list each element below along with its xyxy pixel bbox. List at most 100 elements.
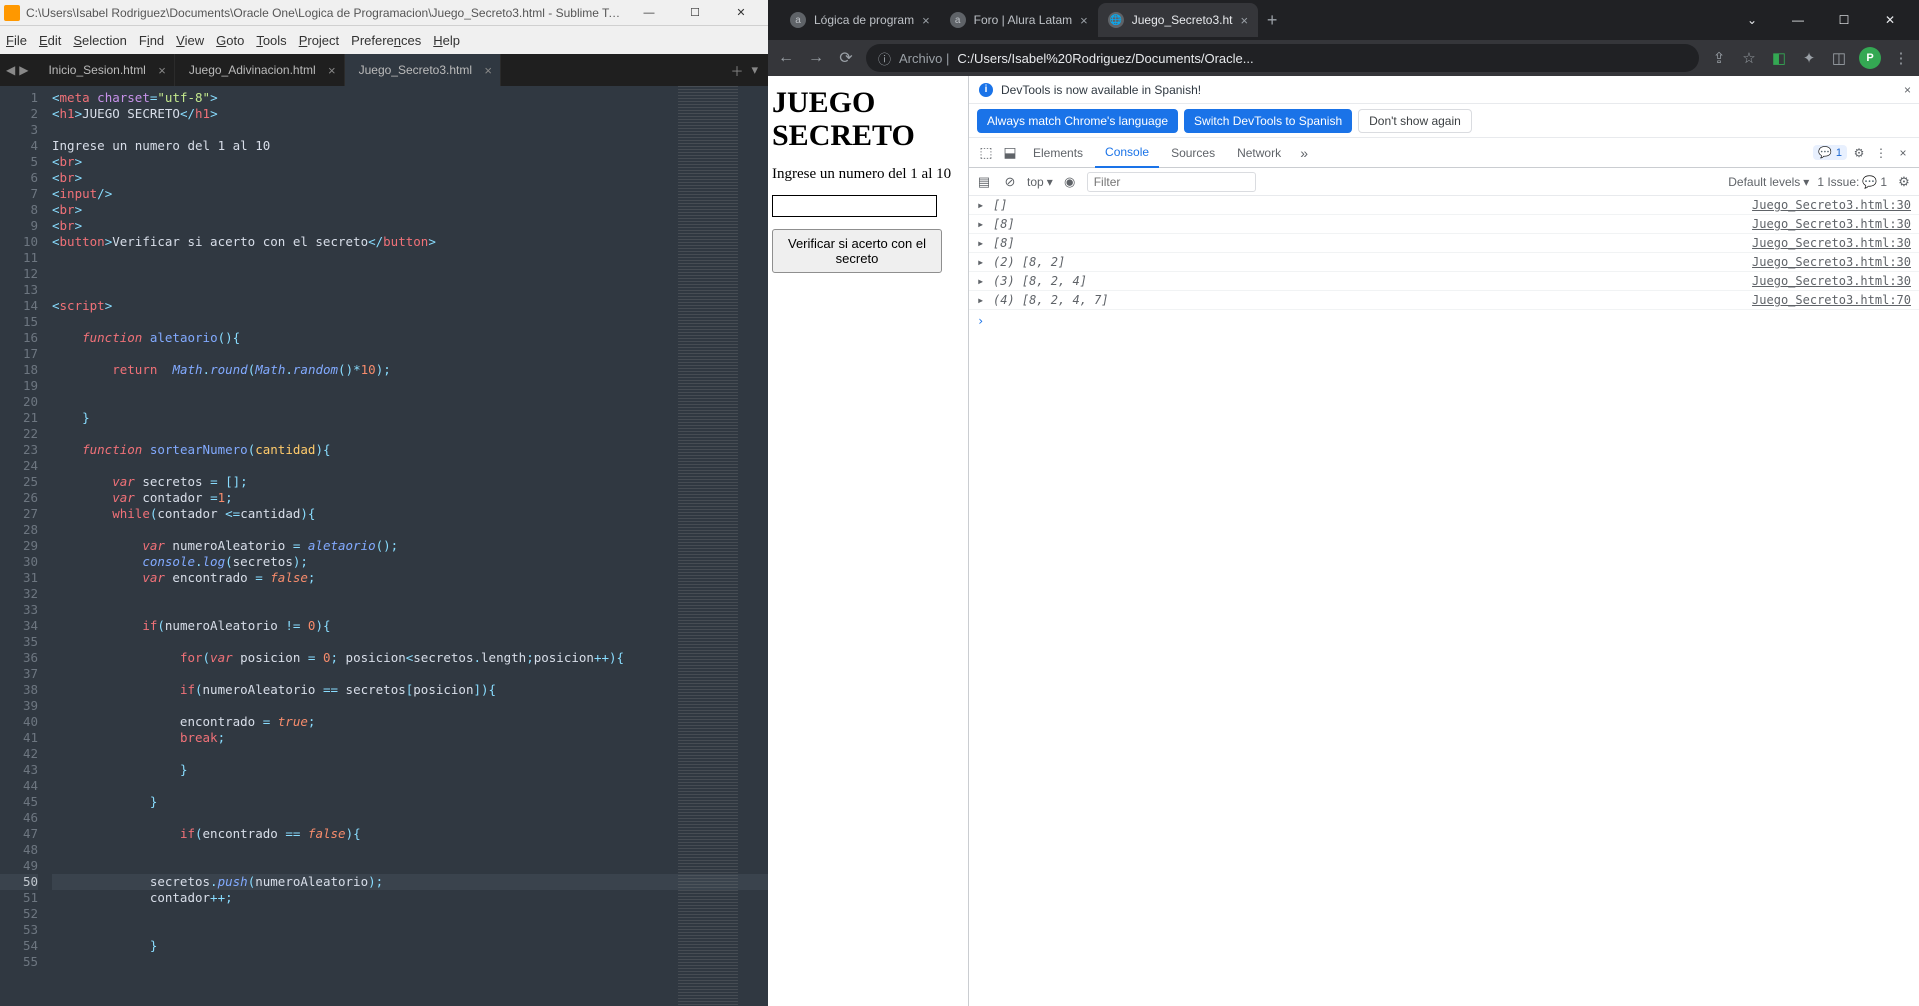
minimize-icon[interactable]: — (1775, 3, 1821, 37)
menu-project[interactable]: Project (299, 33, 339, 48)
close-devtools-icon[interactable]: × (1893, 146, 1913, 160)
verify-button[interactable]: Verificar si acerto con el secreto (772, 229, 942, 273)
devtools-panel: i DevTools is now available in Spanish! … (968, 76, 1919, 1006)
forward-icon[interactable]: → (806, 49, 826, 67)
tab-close-icon[interactable]: × (922, 13, 930, 28)
inspect-icon[interactable]: ⬚ (975, 144, 997, 161)
new-tab-button[interactable]: + (1258, 3, 1286, 37)
device-icon[interactable]: ⬓ (999, 144, 1021, 161)
number-input[interactable] (772, 195, 937, 217)
match-language-button[interactable]: Always match Chrome's language (977, 109, 1178, 133)
tab-prev-icon[interactable]: ◀ (6, 63, 15, 77)
tab-network[interactable]: Network (1227, 138, 1291, 168)
menu-edit[interactable]: Edit (39, 33, 61, 48)
tab-close-icon[interactable]: × (158, 63, 166, 78)
puzzle-icon[interactable]: ✦ (1799, 49, 1819, 67)
tab-next-icon[interactable]: ▶ (19, 63, 28, 77)
close-icon[interactable]: ✕ (1867, 3, 1913, 37)
console-row[interactable]: ▸[8]Juego_Secreto3.html:30 (969, 234, 1919, 253)
minimap[interactable] (668, 86, 768, 1006)
page-heading: JUEGO SECRETO (772, 86, 962, 152)
console-row[interactable]: ▸(2) [8, 2]Juego_Secreto3.html:30 (969, 253, 1919, 272)
tab-close-icon[interactable]: × (484, 63, 492, 78)
devtools-tabs: ⬚ ⬓ Elements Console Sources Network » 💬… (969, 138, 1919, 168)
levels-selector[interactable]: Default levels ▾ (1728, 175, 1809, 189)
devtools-infobar: i DevTools is now available in Spanish! … (969, 76, 1919, 104)
menu-goto[interactable]: Goto (216, 33, 244, 48)
star-icon[interactable]: ☆ (1739, 49, 1759, 67)
clear-console-icon[interactable]: ⊘ (1001, 174, 1019, 190)
console-row[interactable]: ▸(3) [8, 2, 4]Juego_Secreto3.html:30 (969, 272, 1919, 291)
menu-file[interactable]: FFileile (6, 33, 27, 48)
menu-find[interactable]: Find (139, 33, 164, 48)
address-bar[interactable]: ⓘ Archivo | C:/Users/Isabel%20Rodriguez/… (866, 44, 1699, 72)
settings-icon[interactable]: ⚙ (1849, 146, 1869, 160)
tab-sources[interactable]: Sources (1161, 138, 1225, 168)
tab-overflow-icon[interactable]: ▾ (751, 62, 758, 78)
maximize-icon[interactable]: ☐ (672, 0, 718, 26)
reload-icon[interactable]: ⟳ (836, 48, 856, 68)
tab-close-icon[interactable]: × (1241, 13, 1249, 28)
console-row[interactable]: ▸[]Juego_Secreto3.html:30 (969, 196, 1919, 215)
sublime-titlebar: C:\Users\Isabel Rodriguez\Documents\Orac… (0, 0, 768, 26)
close-icon[interactable]: × (1904, 83, 1911, 97)
info-icon[interactable]: ⓘ (878, 49, 891, 68)
menu-preferences[interactable]: Preferences (351, 33, 421, 48)
favicon-icon: 🌐 (1108, 12, 1124, 28)
menu-selection[interactable]: Selection (73, 33, 126, 48)
sidebar-toggle-icon[interactable]: ▤ (975, 174, 993, 190)
favicon-icon: a (950, 12, 966, 28)
tab-close-icon[interactable]: × (1080, 13, 1088, 28)
more-tabs-icon[interactable]: » (1293, 145, 1315, 161)
sublime-title: C:\Users\Isabel Rodriguez\Documents\Orac… (26, 6, 626, 20)
tab-juego-adivinacion[interactable]: Juego_Adivinacion.html × (175, 54, 345, 86)
new-tab-icon[interactable]: ＋ (730, 61, 743, 80)
console-settings-icon[interactable]: ⚙ (1895, 174, 1913, 190)
switch-spanish-button[interactable]: Switch DevTools to Spanish (1184, 109, 1352, 133)
info-icon: i (979, 83, 993, 97)
eye-icon[interactable]: ◉ (1061, 174, 1079, 190)
tab-close-icon[interactable]: × (328, 63, 336, 78)
tab-console[interactable]: Console (1095, 138, 1159, 168)
context-selector[interactable]: top ▾ (1027, 175, 1053, 189)
code-content[interactable]: <meta charset="utf-8"><h1>JUEGO SECRETO<… (48, 86, 768, 1006)
share-icon[interactable]: ⇪ (1709, 49, 1729, 67)
profile-avatar[interactable]: P (1859, 47, 1881, 69)
console-prompt[interactable]: › (969, 310, 1919, 332)
editor-area[interactable]: 1234567891011121314151617181920212223242… (0, 86, 768, 1006)
dont-show-button[interactable]: Don't show again (1358, 109, 1472, 133)
extension-icon[interactable]: ◧ (1769, 49, 1789, 67)
issues-indicator[interactable]: 1 Issue: 💬 1 (1817, 175, 1887, 189)
sidepanel-icon[interactable]: ◫ (1829, 49, 1849, 67)
addr-prefix: Archivo | (899, 51, 949, 66)
tab-inicio-sesion[interactable]: Inicio_Sesion.html × (34, 54, 174, 86)
kebab-icon[interactable]: ⋮ (1871, 146, 1891, 160)
tab-label: Inicio_Sesion.html (48, 63, 145, 77)
console-row[interactable]: ▸[8]Juego_Secreto3.html:30 (969, 215, 1919, 234)
minimize-icon[interactable]: — (626, 0, 672, 26)
console-row[interactable]: ▸(4) [8, 2, 4, 7]Juego_Secreto3.html:70 (969, 291, 1919, 310)
sublime-app-icon (4, 5, 20, 21)
messages-badge[interactable]: 💬 1 (1813, 145, 1847, 160)
menu-view[interactable]: View (176, 33, 204, 48)
browser-tab-logica[interactable]: a Lógica de program × (780, 3, 940, 37)
kebab-menu-icon[interactable]: ⋮ (1891, 49, 1911, 67)
favicon-icon: a (790, 12, 806, 28)
tab-elements[interactable]: Elements (1023, 138, 1093, 168)
info-text: DevTools is now available in Spanish! (1001, 83, 1201, 97)
tab-label: Juego_Secreto3.ht (1132, 13, 1233, 27)
chevron-down-icon[interactable]: ⌄ (1729, 3, 1775, 37)
sublime-window: C:\Users\Isabel Rodriguez\Documents\Orac… (0, 0, 768, 1006)
back-icon[interactable]: ← (776, 49, 796, 67)
browser-tab-foro[interactable]: a Foro | Alura Latam × (940, 3, 1098, 37)
chrome-tabstrip: a Lógica de program × a Foro | Alura Lat… (768, 0, 1919, 40)
maximize-icon[interactable]: ☐ (1821, 3, 1867, 37)
console-output[interactable]: ▸[]Juego_Secreto3.html:30▸[8]Juego_Secre… (969, 196, 1919, 1006)
tab-juego-secreto3[interactable]: Juego_Secreto3.html × (345, 54, 501, 86)
rendered-page: JUEGO SECRETO Ingrese un numero del 1 al… (768, 76, 968, 1006)
menu-help[interactable]: Help (433, 33, 460, 48)
filter-input[interactable] (1087, 172, 1256, 192)
browser-tab-juego[interactable]: 🌐 Juego_Secreto3.ht × (1098, 3, 1258, 37)
close-icon[interactable]: ✕ (718, 0, 764, 26)
menu-tools[interactable]: Tools (256, 33, 286, 48)
